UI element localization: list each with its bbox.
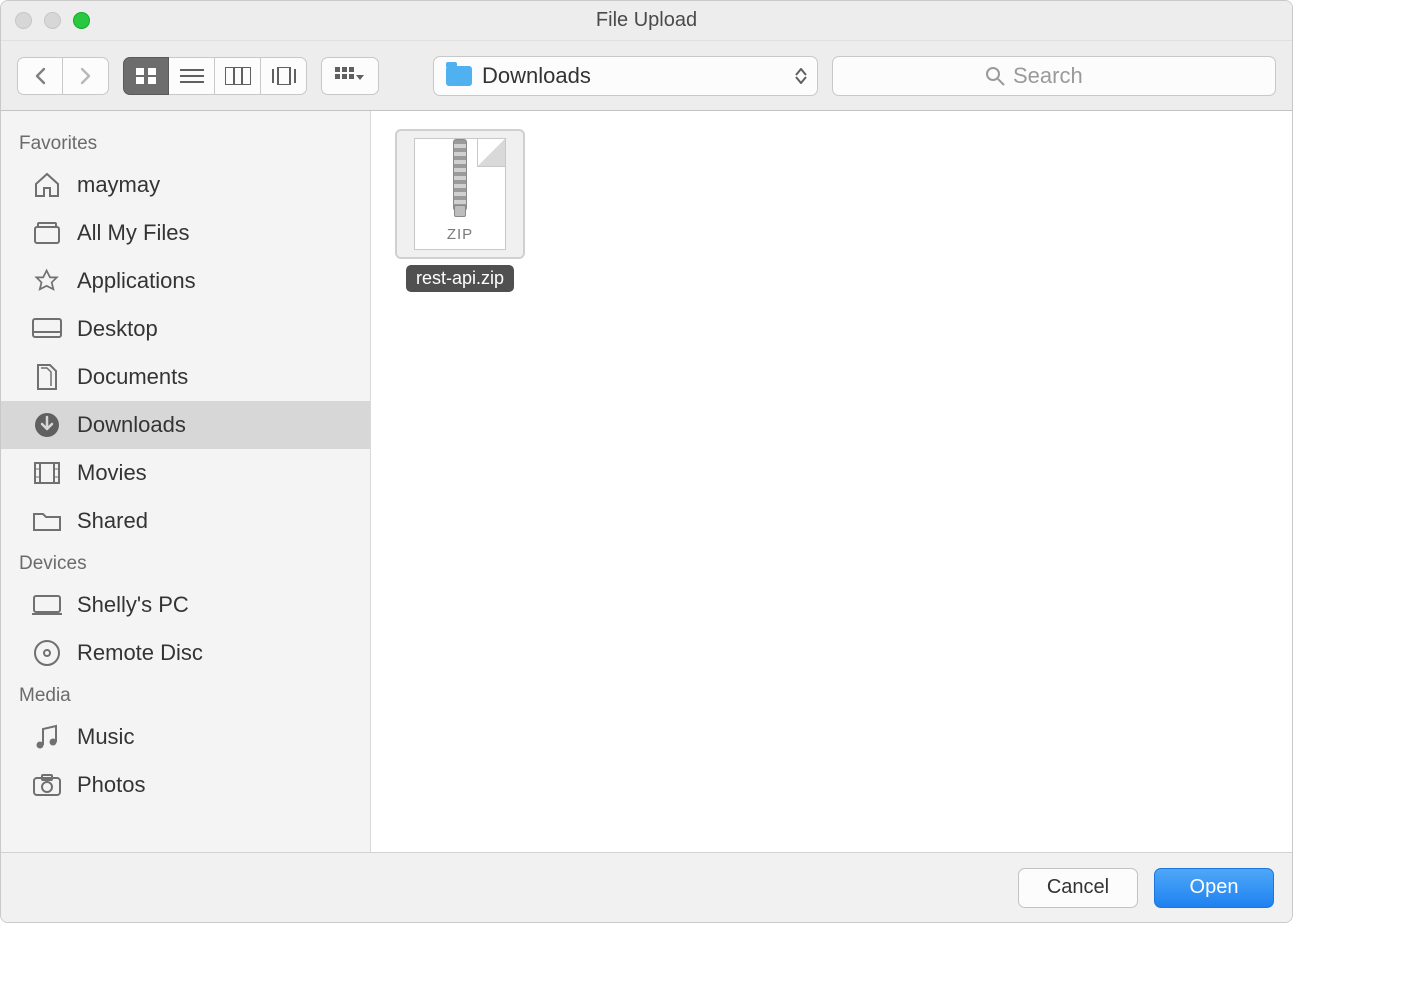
home-icon [31,169,63,201]
sidebar-item-shared[interactable]: Shared [1,497,370,545]
view-coverflow-button[interactable] [261,57,307,95]
disc-icon [31,637,63,669]
nav-buttons [17,57,109,95]
grid-icon [135,67,157,85]
window-title: File Upload [1,9,1292,32]
sidebar-item-label: All My Files [77,220,189,246]
search-field[interactable] [832,56,1276,96]
sidebar-item-label: maymay [77,172,160,198]
sidebar-item-label: Documents [77,364,188,390]
path-dropdown[interactable]: Downloads [433,56,818,96]
file-format-label: ZIP [415,226,505,243]
allmyfiles-icon [31,217,63,249]
list-icon [180,68,204,84]
search-icon [985,66,1005,86]
documents-icon [31,361,63,393]
view-mode-buttons [123,57,307,95]
search-input[interactable] [1013,63,1123,89]
file-name-label: rest-api.zip [406,265,514,292]
sidebar-item-home[interactable]: maymay [1,161,370,209]
cancel-button[interactable]: Cancel [1018,868,1138,908]
sidebar-item-music[interactable]: Music [1,713,370,761]
sidebar: Favorites maymay All My Files Applicatio… [1,111,371,852]
body: Favorites maymay All My Files Applicatio… [1,111,1292,852]
sidebar-section-media: Media [1,677,370,713]
sidebar-item-desktop[interactable]: Desktop [1,305,370,353]
coverflow-icon [270,67,298,85]
file-thumbnail: ZIP [395,129,525,259]
zip-icon: ZIP [414,138,506,250]
sidebar-item-downloads[interactable]: Downloads [1,401,370,449]
sidebar-item-label: Music [77,724,134,750]
sidebar-item-label: Shared [77,508,148,534]
applications-icon [31,265,63,297]
desktop-icon [31,313,63,345]
sidebar-item-label: Shelly's PC [77,592,189,618]
view-columns-button[interactable] [215,57,261,95]
view-list-button[interactable] [169,57,215,95]
folder-icon [446,66,472,86]
toolbar: Downloads [1,41,1292,111]
open-button[interactable]: Open [1154,868,1274,908]
sidebar-item-label: Photos [77,772,146,798]
sidebar-item-remotedisc[interactable]: Remote Disc [1,629,370,677]
sidebar-item-label: Applications [77,268,196,294]
file-grid[interactable]: ZIP rest-api.zip [371,111,1292,852]
sidebar-item-applications[interactable]: Applications [1,257,370,305]
sidebar-section-devices: Devices [1,545,370,581]
file-open-dialog: File Upload [0,0,1293,923]
forward-button[interactable] [63,57,109,95]
photos-icon [31,769,63,801]
sidebar-item-photos[interactable]: Photos [1,761,370,809]
sidebar-item-allmyfiles[interactable]: All My Files [1,209,370,257]
sidebar-item-label: Desktop [77,316,158,342]
sidebar-item-computer[interactable]: Shelly's PC [1,581,370,629]
chevron-right-icon [79,67,93,85]
titlebar: File Upload [1,1,1292,41]
footer: Cancel Open [1,852,1292,922]
sidebar-item-label: Movies [77,460,147,486]
updown-icon [795,68,807,84]
movies-icon [31,457,63,489]
back-button[interactable] [17,57,63,95]
sidebar-item-label: Remote Disc [77,640,203,666]
view-icons-button[interactable] [123,57,169,95]
sidebar-section-favorites: Favorites [1,125,370,161]
sidebar-item-label: Downloads [77,412,186,438]
file-item[interactable]: ZIP rest-api.zip [393,129,527,292]
music-icon [31,721,63,753]
arrange-button[interactable] [321,57,379,95]
downloads-icon [31,409,63,441]
folder-icon [31,505,63,537]
columns-icon [225,67,251,85]
sidebar-item-movies[interactable]: Movies [1,449,370,497]
path-label: Downloads [482,63,785,89]
computer-icon [31,589,63,621]
chevron-left-icon [33,67,47,85]
sidebar-item-documents[interactable]: Documents [1,353,370,401]
arrange-icon [335,67,365,85]
